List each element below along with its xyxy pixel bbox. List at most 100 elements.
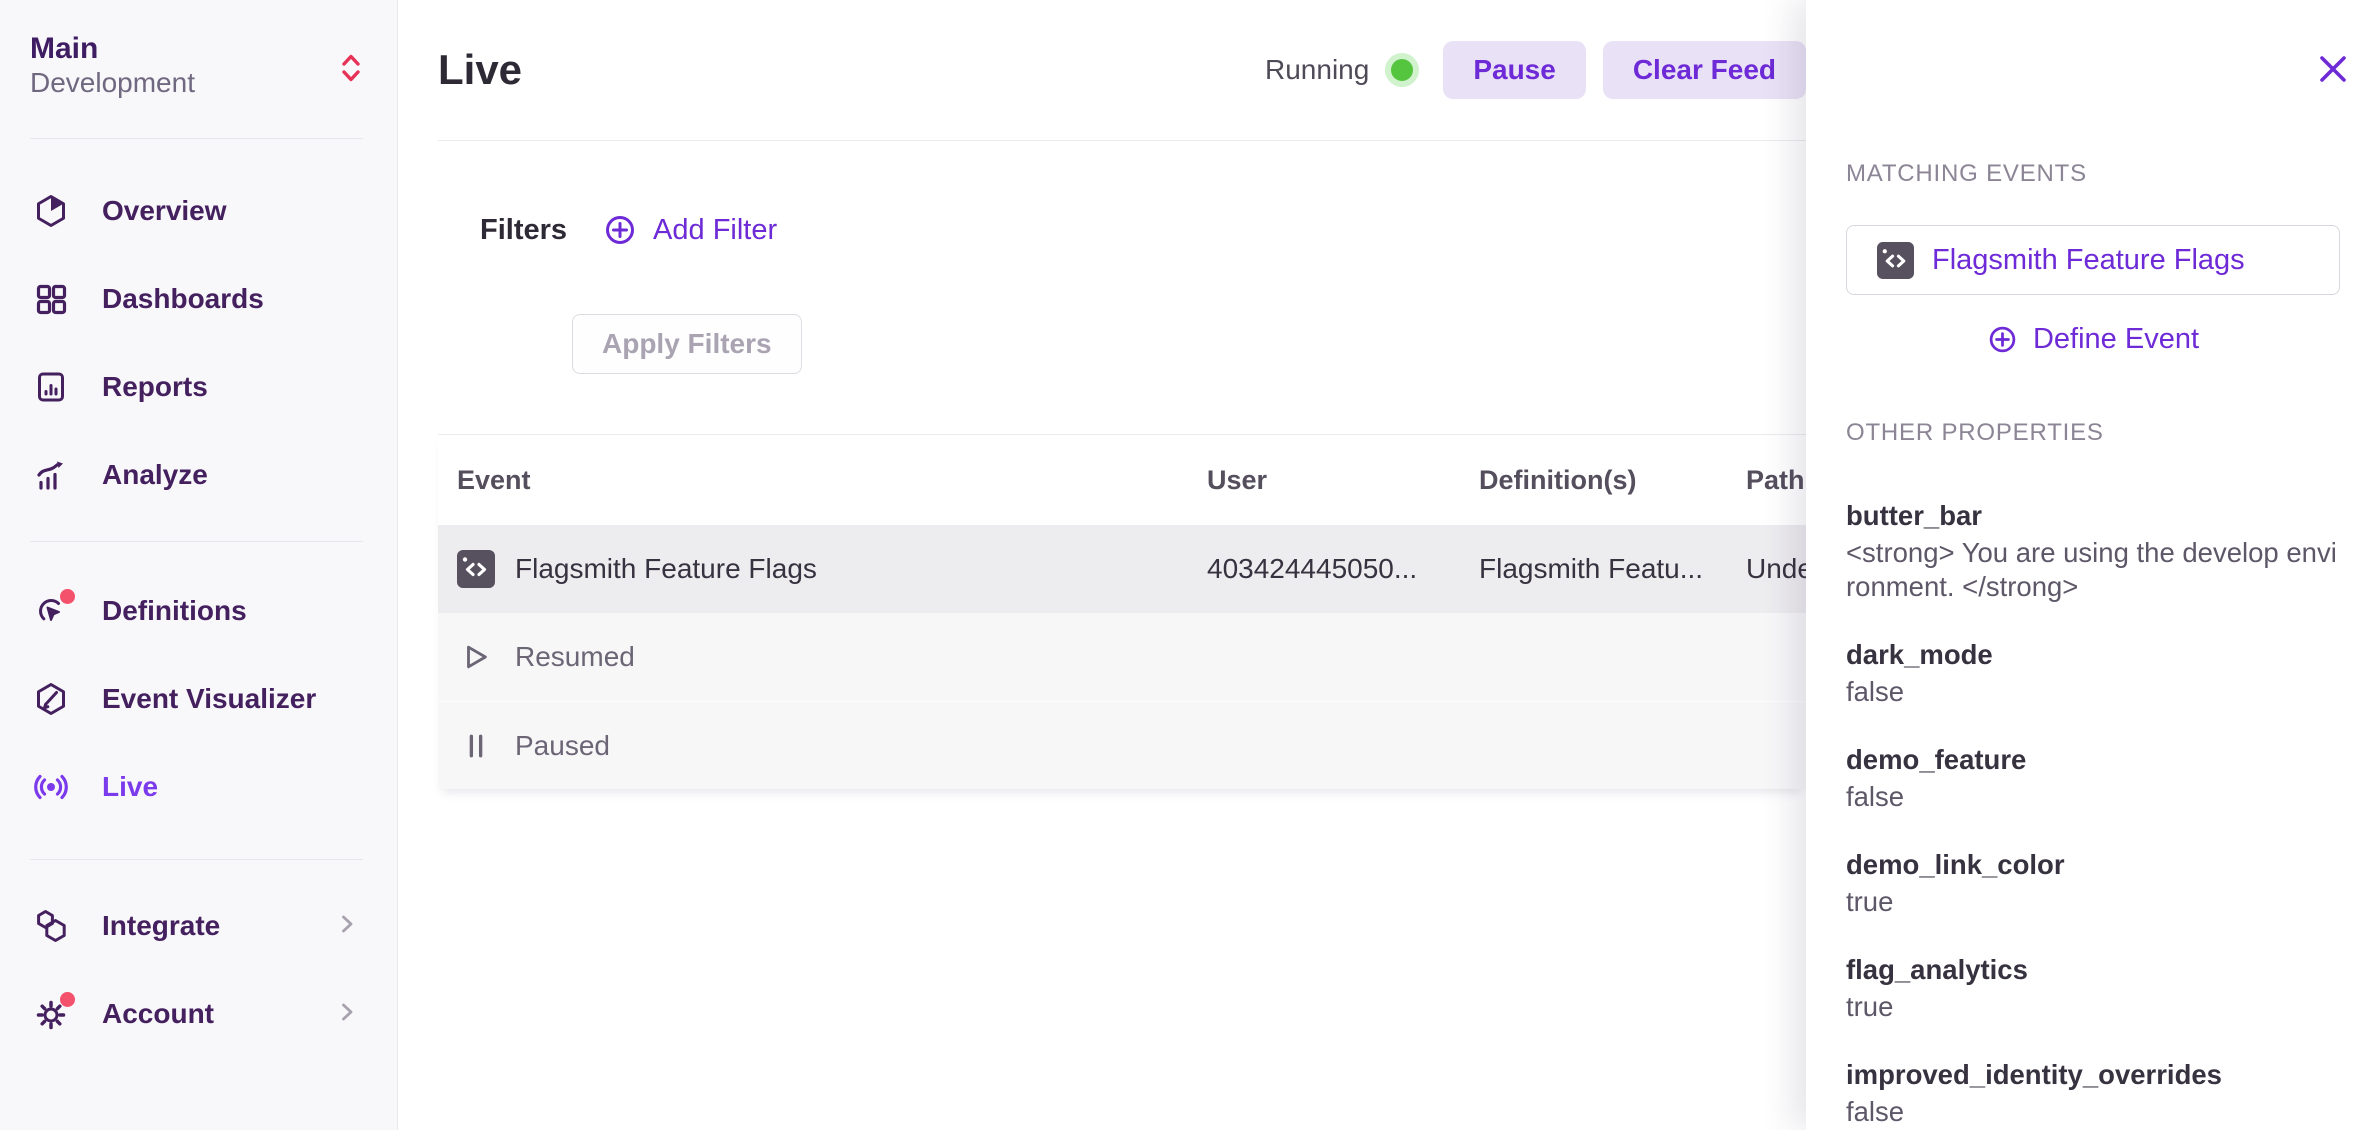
- dashboards-icon: [33, 281, 69, 317]
- property-item: dark_mode false: [1846, 638, 2340, 709]
- property-value: false: [1846, 780, 2340, 814]
- column-header-path: Path: [1746, 465, 1806, 496]
- define-event-button[interactable]: Define Event: [1846, 322, 2340, 356]
- property-value: false: [1846, 675, 2340, 709]
- property-value: true: [1846, 885, 2340, 919]
- reports-icon: [33, 369, 69, 405]
- workspace-environment: Development: [30, 66, 361, 100]
- account-icon: [33, 996, 69, 1032]
- sidebar-item-label: Live: [102, 771, 158, 803]
- property-name: butter_bar: [1846, 499, 2340, 533]
- sidebar-nav-main: Overview Dashboards Reports Analyze: [0, 139, 397, 519]
- header-controls: Running Pause Clear Feed: [1265, 41, 1806, 99]
- property-name: dark_mode: [1846, 638, 2340, 672]
- notification-dot: [60, 589, 75, 604]
- table-row-event[interactable]: Flagsmith Feature Flags 403424445050... …: [438, 525, 1806, 613]
- property-name: flag_analytics: [1846, 953, 2340, 987]
- property-value: true: [1846, 990, 2340, 1024]
- panel-body: MATCHING EVENTS Flagsmith Feature Flags …: [1806, 0, 2380, 1129]
- apply-filters-button[interactable]: Apply Filters: [572, 314, 802, 374]
- property-value: false: [1846, 1095, 2340, 1129]
- sidebar-item-label: Analyze: [102, 459, 208, 491]
- notification-dot: [60, 992, 75, 1007]
- matching-event-name: Flagsmith Feature Flags: [1932, 244, 2245, 277]
- live-feed-table: Event User Definition(s) Path Flagsmith …: [438, 434, 1806, 789]
- define-event-label: Define Event: [2033, 323, 2199, 356]
- filters-title: Filters: [480, 214, 567, 247]
- sidebar-item-label: Definitions: [102, 595, 247, 627]
- running-status-dot-icon: [1391, 59, 1413, 81]
- sidebar-item-live[interactable]: Live: [0, 743, 397, 831]
- close-icon[interactable]: [2316, 52, 2350, 86]
- property-item: demo_feature false: [1846, 743, 2340, 814]
- event-detail-panel: MATCHING EVENTS Flagsmith Feature Flags …: [1806, 0, 2380, 1130]
- sidebar-item-label: Overview: [102, 195, 227, 227]
- matching-events-label: MATCHING EVENTS: [1846, 0, 2340, 188]
- event-name: Flagsmith Feature Flags: [515, 553, 817, 585]
- sidebar-item-label: Dashboards: [102, 283, 264, 315]
- sidebar-item-event-visualizer[interactable]: Event Visualizer: [0, 655, 397, 743]
- integrate-icon: [33, 908, 69, 944]
- column-header-user: User: [1207, 465, 1479, 496]
- property-item: improved_identity_overrides false: [1846, 1058, 2340, 1129]
- feed-status-label: Running: [1265, 54, 1369, 86]
- sidebar-item-analyze[interactable]: Analyze: [0, 431, 397, 519]
- sidebar-item-account[interactable]: Account: [0, 970, 397, 1058]
- app-window: Main Development Overview Dashboards: [0, 0, 2380, 1130]
- workspace-name: Main: [30, 32, 361, 66]
- code-window-icon: [457, 550, 495, 588]
- workspace-switch-chevrons-icon[interactable]: [339, 50, 363, 91]
- other-properties-label: OTHER PROPERTIES: [1846, 419, 2340, 447]
- chevron-right-icon: [337, 912, 357, 941]
- sidebar-item-label: Event Visualizer: [102, 683, 316, 715]
- plus-circle-icon: [603, 213, 637, 247]
- property-item: demo_link_color true: [1846, 848, 2340, 919]
- chevron-right-icon: [337, 1000, 357, 1029]
- code-window-icon: [1877, 242, 1914, 279]
- add-filter-label: Add Filter: [653, 214, 777, 247]
- property-name: demo_link_color: [1846, 848, 2340, 882]
- sidebar-item-definitions[interactable]: Definitions: [0, 567, 397, 655]
- overview-icon: [33, 193, 69, 229]
- feed-header-row: Event User Definition(s) Path: [438, 434, 1806, 525]
- feed-status-row-paused: Paused: [438, 701, 1806, 789]
- matching-event-card[interactable]: Flagsmith Feature Flags: [1846, 225, 2340, 295]
- filters-row: Filters Add Filter: [438, 213, 1806, 247]
- property-name: improved_identity_overrides: [1846, 1058, 2340, 1092]
- sidebar-nav-tools: Definitions Event Visualizer Live: [0, 542, 397, 831]
- sidebar-item-overview[interactable]: Overview: [0, 167, 397, 255]
- filters-section: Filters Add Filter Apply Filters: [438, 213, 1806, 374]
- live-icon: [33, 769, 69, 805]
- pause-button[interactable]: Pause: [1443, 41, 1586, 99]
- event-definitions: Flagsmith Featu...: [1479, 553, 1746, 585]
- sidebar-item-label: Account: [102, 998, 214, 1030]
- main-content: Live Running Pause Clear Feed Filters Ad…: [398, 0, 1806, 1130]
- event-user: 403424445050...: [1207, 553, 1479, 585]
- sidebar-item-reports[interactable]: Reports: [0, 343, 397, 431]
- analyze-icon: [33, 457, 69, 493]
- sidebar: Main Development Overview Dashboards: [0, 0, 398, 1130]
- properties-list: butter_bar <strong> You are using the de…: [1846, 499, 2340, 1129]
- property-item: flag_analytics true: [1846, 953, 2340, 1024]
- plus-circle-icon: [1987, 324, 2018, 355]
- page-title: Live: [438, 46, 522, 94]
- property-name: demo_feature: [1846, 743, 2340, 777]
- workspace-switcher[interactable]: Main Development: [0, 0, 397, 100]
- sidebar-item-label: Integrate: [102, 910, 220, 942]
- sidebar-item-label: Reports: [102, 371, 208, 403]
- clear-feed-button[interactable]: Clear Feed: [1603, 41, 1806, 99]
- pause-icon: [457, 727, 495, 765]
- feed-status-row-resumed: Resumed: [438, 613, 1806, 701]
- page-header: Live Running Pause Clear Feed: [438, 0, 1806, 141]
- column-header-event: Event: [457, 465, 1207, 496]
- play-icon: [457, 638, 495, 676]
- sidebar-item-integrate[interactable]: Integrate: [0, 882, 397, 970]
- sidebar-item-dashboards[interactable]: Dashboards: [0, 255, 397, 343]
- status-row-label: Paused: [515, 730, 610, 762]
- event-visualizer-icon: [33, 681, 69, 717]
- definitions-icon: [33, 593, 69, 629]
- add-filter-button[interactable]: Add Filter: [603, 213, 777, 247]
- sidebar-nav-settings: Integrate Account: [0, 860, 397, 1058]
- status-row-label: Resumed: [515, 641, 635, 673]
- property-value: <strong> You are using the develop envir…: [1846, 536, 2340, 604]
